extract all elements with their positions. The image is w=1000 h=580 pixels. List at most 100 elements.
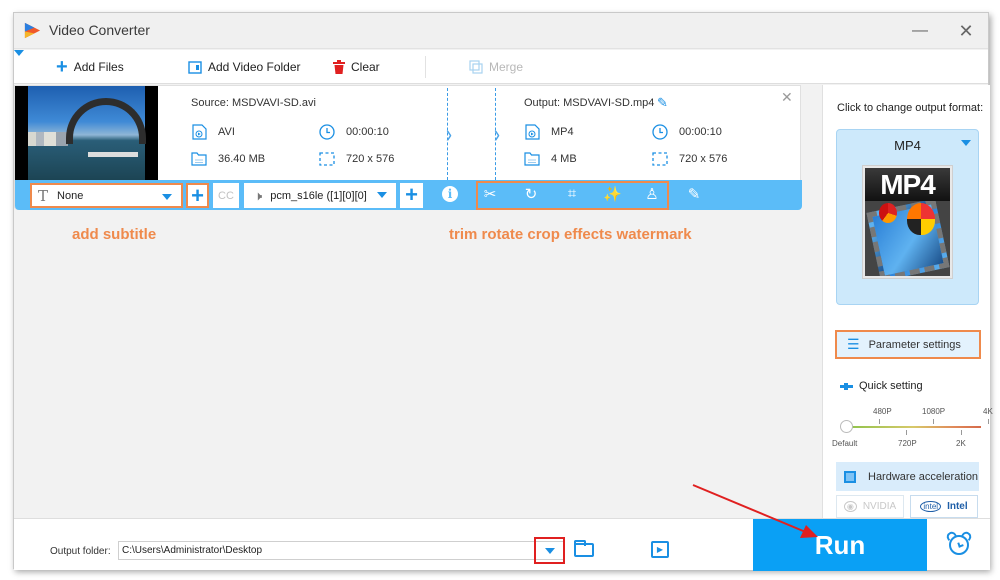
annotation-edit-tools: trim rotate crop effects watermark [449,226,692,243]
format-image-art [865,201,950,276]
video-folder-icon[interactable]: ▶ [651,541,669,558]
format-prompt: Click to change output format: [837,102,984,114]
rotate-icon[interactable]: ↻ [522,185,540,203]
run-button[interactable]: Run [753,519,927,571]
audio-track-value: pcm_s16le ([1][0][0] [270,189,367,202]
balloon-graphic [879,203,897,223]
source-format: AVI [191,124,235,140]
crop-icon[interactable]: ⌗ [563,185,581,202]
file-edit-strip: T None + CC 🕨 pcm_s16le ([1][0][0] + i ✂… [15,180,802,210]
text-icon: T [38,186,49,205]
file-list-area: Source: MSDVAVI-SD.avi AVI 36.40 MB 00:0… [14,85,822,518]
app-logo-icon [24,22,41,39]
trim-scissors-icon[interactable]: ✂ [481,185,499,203]
output-format: MP4 [524,124,574,140]
slider-icon [840,382,853,390]
output-format-selector[interactable]: MP4 MP4 [836,129,979,305]
thumbnail-pier [88,152,138,157]
trash-icon [333,60,345,74]
tick-label-default: Default [832,439,858,448]
thumbnail-city [28,132,68,146]
clock-icon [652,124,668,140]
resolution-icon [652,151,668,167]
alarm-clock-icon[interactable] [949,535,969,555]
quick-setting-text: Quick setting [859,380,923,392]
info-icon[interactable]: i [442,186,458,202]
quality-slider-handle[interactable] [840,420,853,433]
format-image-label: MP4 [865,168,950,201]
merge-label: Merge [489,60,524,74]
chevron-down-icon [162,194,172,200]
chevron-right-icon: › [446,119,452,148]
video-file-icon [524,124,540,140]
thumbnail-image [28,86,146,180]
clock-icon [319,124,335,140]
watermark-stamp-icon[interactable]: ♙ [643,185,661,203]
merge-button[interactable]: Merge [469,58,523,76]
quality-slider-track[interactable] [845,426,981,428]
chip-icon [844,470,856,483]
output-format-value: MP4 [551,126,574,138]
app-window: Video Converter — ✕ + Add Files Add Vide… [13,12,993,571]
minimize-button[interactable]: — [907,19,933,43]
quick-setting-label: Quick setting [840,380,923,392]
nvidia-button[interactable]: ◉ NVIDIA [836,495,904,518]
clear-button[interactable]: Clear [333,58,380,76]
video-file-icon [191,124,207,140]
slider-tick [933,419,934,424]
add-subtitle-button[interactable]: + [186,183,209,208]
title-bar: Video Converter — ✕ [14,13,988,49]
thumbnail-bridge [66,98,146,144]
audio-track-select[interactable]: 🕨 pcm_s16le ([1][0][0] [244,183,396,208]
intel-logo-icon: intel [920,501,942,512]
edit-subtitle-icon[interactable]: ✎ [685,185,703,203]
close-window-button[interactable]: ✕ [953,19,979,43]
format-name: MP4 [894,138,921,153]
add-files-label: Add Files [73,60,124,74]
add-files-button[interactable]: + Add Files [56,57,124,77]
parameter-settings-button[interactable]: ☰ Parameter settings [835,330,981,359]
output-folder-label: Output folder: [50,546,111,557]
cc-icon: CC [218,190,234,202]
hardware-acceleration-button[interactable]: Hardware acceleration [836,462,979,491]
tick-label-4k: 4K [983,407,993,416]
source-resolution-value: 720 x 576 [346,153,395,165]
output-duration: 00:00:10 [652,124,722,140]
video-thumbnail[interactable] [15,86,158,180]
slider-tick [961,430,962,435]
intel-button[interactable]: intel Intel [910,495,978,518]
open-folder-icon[interactable] [574,540,594,557]
closed-caption-button[interactable]: CC [213,183,239,208]
tick-label-480p: 480P [873,407,892,416]
parameter-settings-label: Parameter settings [868,338,961,351]
source-format-value: AVI [218,126,235,138]
chevron-right-icon: › [494,119,500,148]
chevron-down-icon [377,192,387,198]
output-format-panel: Click to change output format: MP4 MP4 ☰… [822,85,993,518]
add-video-folder-button[interactable]: Add Video Folder [188,58,301,76]
remove-file-close-icon[interactable]: ✕ [781,89,793,106]
output-duration-value: 00:00:10 [679,126,722,138]
edit-filename-pencil-icon[interactable]: ✎ [657,95,668,111]
subtitle-select[interactable]: T None [30,183,183,208]
output-resolution: 720 x 576 [652,151,727,167]
sliders-icon: ☰ [847,336,860,352]
chevron-down-icon [545,548,555,554]
window-title: Video Converter [49,22,150,38]
output-folder-dropdown[interactable] [534,537,565,564]
add-video-folder-label: Add Video Folder [208,60,301,74]
source-filename: Source: MSDVAVI-SD.avi [191,97,316,109]
balloon-graphic [907,203,935,235]
output-folder-input[interactable] [118,541,565,560]
tick-label-720p: 720P [898,439,917,448]
source-duration: 00:00:10 [319,124,389,140]
slider-tick [906,430,907,435]
effects-magic-wand-icon[interactable]: ✨ [603,185,622,203]
add-files-dropdown-icon[interactable] [14,50,24,56]
chevron-down-icon [961,140,971,146]
add-audio-track-button[interactable]: + [400,183,423,208]
hardware-acceleration-label: Hardware acceleration [868,470,979,483]
source-size-value: 36.40 MB [218,153,266,165]
subtitle-select-value: None [57,189,84,202]
output-size: 4 MB [524,151,577,167]
